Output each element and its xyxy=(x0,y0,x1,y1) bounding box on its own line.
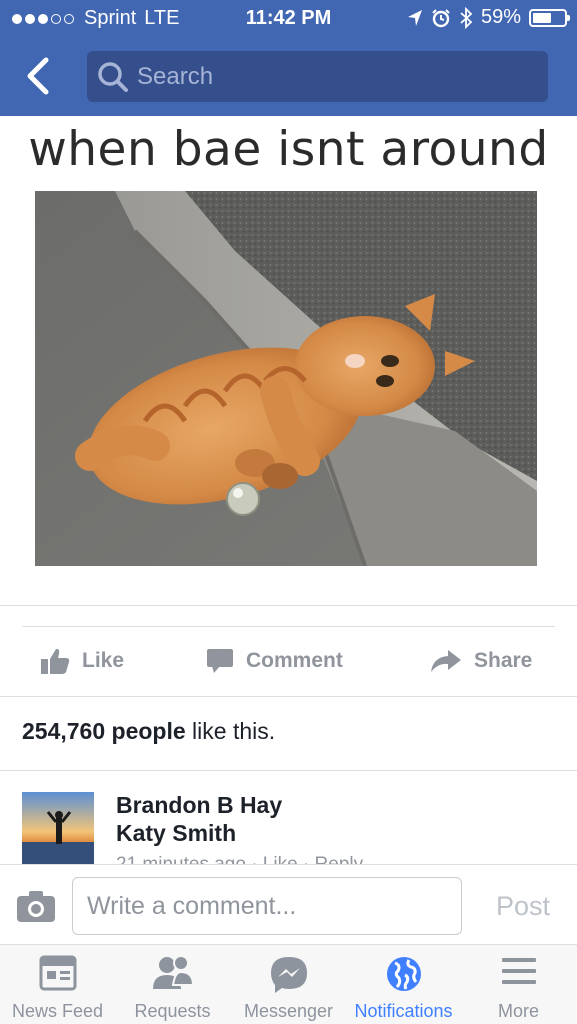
tab-news-feed[interactable]: News Feed xyxy=(0,945,115,1024)
thumbs-up-icon xyxy=(41,648,70,674)
search-bar[interactable] xyxy=(87,51,548,102)
battery-level-fill xyxy=(533,12,551,23)
comment-bubble-icon xyxy=(207,649,233,673)
bottom-tab-bar: News Feed Requests Messenger Notificatio… xyxy=(0,944,577,1024)
comment-button[interactable]: Comment xyxy=(206,628,343,694)
battery-percent: 59% xyxy=(480,6,521,28)
share-label: Share xyxy=(474,649,533,672)
camera-icon xyxy=(17,891,55,922)
tab-label: News Feed xyxy=(11,1001,104,1021)
likes-divider xyxy=(0,696,577,697)
tab-more[interactable]: More xyxy=(461,945,576,1024)
chevron-left-icon xyxy=(27,57,49,95)
top-header: Sprint LTE 11:42 PM 59% xyxy=(0,0,577,116)
back-button[interactable] xyxy=(18,52,62,100)
friend-requests-icon xyxy=(152,955,194,989)
tab-messenger[interactable]: Messenger xyxy=(231,945,346,1024)
post-action-bar: Like Comment Share xyxy=(0,628,577,694)
comment-meta: 21 minutes ago · Like · Reply xyxy=(116,854,363,864)
share-button[interactable]: Share xyxy=(430,628,532,694)
tab-requests[interactable]: Requests xyxy=(115,945,230,1024)
post-button[interactable]: Post xyxy=(478,877,568,935)
like-count[interactable]: 254,760 people like this. xyxy=(22,718,275,745)
camera-button[interactable] xyxy=(16,889,56,923)
meme-caption: when bae isnt around xyxy=(28,122,549,177)
action-divider xyxy=(22,626,555,627)
cat-photo-image xyxy=(35,191,537,566)
comment-text[interactable]: Katy Smith xyxy=(116,820,236,847)
comment-item: Brandon B Hay Katy Smith 21 minutes ago … xyxy=(22,792,562,864)
tab-label: Notifications xyxy=(354,1001,453,1021)
search-input[interactable] xyxy=(137,51,537,102)
tab-label: Requests xyxy=(134,1001,211,1021)
alarm-clock-icon xyxy=(432,8,450,27)
tab-label: Messenger xyxy=(243,1001,334,1021)
tab-label: More xyxy=(497,1001,539,1021)
like-count-number: 254,760 people xyxy=(22,718,186,744)
status-bar: Sprint LTE 11:42 PM 59% xyxy=(0,0,577,38)
like-button[interactable]: Like xyxy=(40,628,124,694)
like-label: Like xyxy=(82,649,125,672)
avatar[interactable] xyxy=(22,792,94,864)
share-arrow-icon xyxy=(431,650,461,672)
status-right: 59% xyxy=(407,6,570,29)
post-divider xyxy=(0,605,577,606)
sunset-avatar-image xyxy=(22,792,94,864)
news-feed-icon xyxy=(39,955,76,991)
menu-icon xyxy=(501,958,536,984)
comment-composer: Post xyxy=(0,864,577,944)
location-arrow-icon xyxy=(407,9,422,26)
comment-author[interactable]: Brandon B Hay xyxy=(116,792,282,819)
comment-input[interactable] xyxy=(72,877,462,935)
bluetooth-icon xyxy=(460,6,473,29)
battery-icon xyxy=(529,8,570,27)
tab-notifications[interactable]: Notifications xyxy=(346,945,461,1024)
messenger-icon xyxy=(270,957,307,993)
post-photo[interactable] xyxy=(35,191,537,566)
search-icon xyxy=(98,62,128,92)
comment-label: Comment xyxy=(246,649,343,672)
like-count-suffix: like this. xyxy=(185,718,276,744)
comments-divider xyxy=(0,770,577,771)
globe-icon xyxy=(386,957,421,991)
